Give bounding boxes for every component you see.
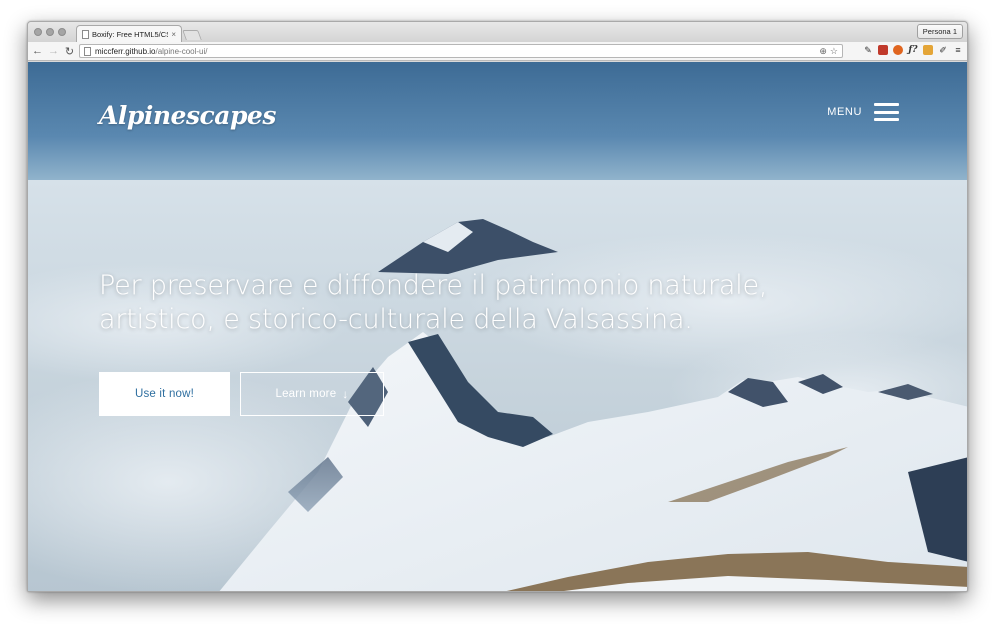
red-extension-icon[interactable] bbox=[878, 45, 888, 55]
headline-line-2: artistico, e storico-culturale della Val… bbox=[99, 304, 693, 335]
browser-window: Boxify: Free HTML5/CSS3 × Persona 1 ← → … bbox=[27, 21, 968, 592]
omnibox-actions: ⊕ ☆ bbox=[819, 46, 838, 57]
lifebuoy-extension-icon[interactable] bbox=[893, 45, 903, 55]
page-icon bbox=[82, 29, 89, 39]
eyedropper-extension-icon[interactable]: ✎ bbox=[863, 45, 873, 55]
font-extension-icon[interactable]: ƒ? bbox=[908, 45, 918, 55]
learn-more-label: Learn more bbox=[275, 388, 337, 400]
hamburger-icon bbox=[874, 103, 899, 121]
chrome-menu-icon[interactable]: ≡ bbox=[953, 45, 963, 55]
window-controls bbox=[34, 28, 66, 36]
arrow-down-icon: ↓ bbox=[342, 387, 349, 401]
menu-label: MENU bbox=[827, 106, 862, 118]
maximize-window-button[interactable] bbox=[58, 28, 66, 36]
bookmark-star-icon[interactable]: ☆ bbox=[830, 46, 838, 57]
zoom-icon[interactable]: ⊕ bbox=[819, 46, 827, 57]
hero-headline: Per preservare e diffondere il patrimoni… bbox=[99, 269, 839, 337]
forward-icon[interactable]: → bbox=[47, 45, 60, 58]
address-bar[interactable]: miccferr.github.io/alpine-cool-ui/ ⊕ ☆ bbox=[79, 44, 843, 58]
url-host: miccferr.github.io bbox=[95, 46, 156, 56]
url-path: /alpine-cool-ui/ bbox=[155, 46, 208, 56]
extensions-area: ✎ ƒ? ✐ ≡ bbox=[863, 45, 963, 55]
webpage: Alpinescapes MENU Per preservare e diffo… bbox=[28, 62, 967, 591]
palette-extension-icon[interactable] bbox=[923, 45, 933, 55]
site-logo[interactable]: Alpinescapes bbox=[99, 101, 276, 130]
tab-active[interactable]: Boxify: Free HTML5/CSS3 × bbox=[76, 25, 182, 42]
browser-toolbar: ← → ↻ miccferr.github.io/alpine-cool-ui/… bbox=[28, 42, 967, 61]
use-it-now-button[interactable]: Use it now! bbox=[99, 372, 230, 416]
minimize-window-button[interactable] bbox=[46, 28, 54, 36]
new-tab-button[interactable] bbox=[182, 30, 202, 40]
menu-toggle[interactable]: MENU bbox=[827, 103, 899, 121]
tab-strip: Boxify: Free HTML5/CSS3 × Persona 1 bbox=[28, 22, 967, 42]
learn-more-button[interactable]: Learn more ↓ bbox=[240, 372, 384, 416]
tab-close-icon[interactable]: × bbox=[171, 30, 176, 39]
brush-extension-icon[interactable]: ✐ bbox=[938, 45, 948, 55]
headline-line-1: Per preservare e diffondere il patrimoni… bbox=[99, 270, 768, 301]
tab-title: Boxify: Free HTML5/CSS3 bbox=[92, 29, 168, 39]
back-icon[interactable]: ← bbox=[31, 45, 44, 58]
persona-button[interactable]: Persona 1 bbox=[916, 24, 963, 39]
url-text: miccferr.github.io/alpine-cool-ui/ bbox=[95, 47, 208, 56]
page-icon bbox=[84, 46, 91, 56]
close-window-button[interactable] bbox=[34, 28, 42, 36]
reload-icon[interactable]: ↻ bbox=[63, 45, 76, 58]
